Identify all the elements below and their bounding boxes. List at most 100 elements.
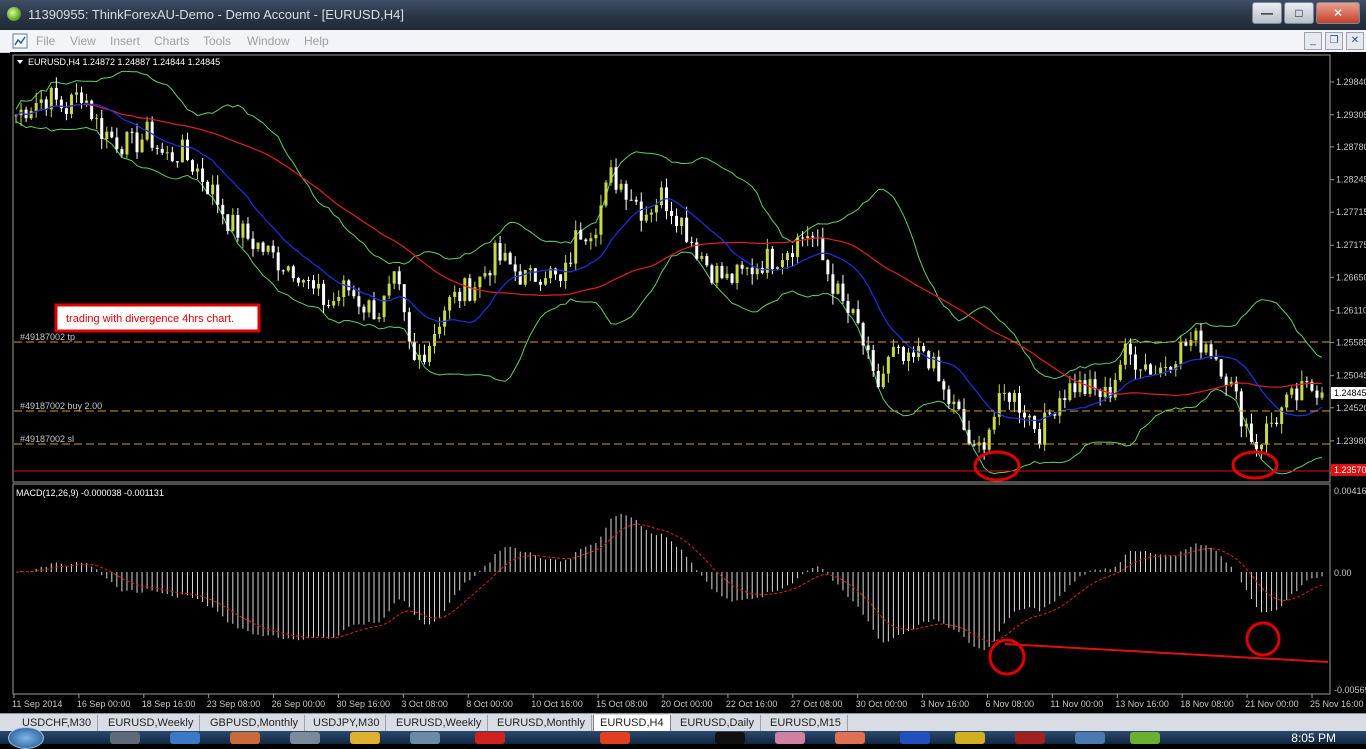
chart-document-icon[interactable] <box>12 33 28 49</box>
taskbar-app-icon[interactable] <box>170 732 200 744</box>
tab-eurusd-weekly[interactable]: EURUSD,Weekly <box>102 715 201 731</box>
price-low-circle-1 <box>973 450 1021 482</box>
menu-file[interactable]: File <box>36 34 55 48</box>
candle-body <box>922 346 926 352</box>
tab-eurusd-m15[interactable]: EURUSD,M15 <box>764 715 848 731</box>
price-axis: 1.29840 1.29305 1.28780 1.28245 1.27715 1.271… <box>1330 77 1366 478</box>
price-tick-label: 1.25585 <box>1336 338 1366 348</box>
child-close-button[interactable]: ✕ <box>1346 32 1364 50</box>
candle-body <box>463 278 467 302</box>
macd-histogram <box>20 513 1323 651</box>
candle-body <box>175 161 179 163</box>
tab-gbpusd-monthly[interactable]: GBPUSD,Monthly <box>204 715 306 731</box>
candle-body <box>246 223 250 239</box>
menu-insert[interactable]: Insert <box>110 34 140 48</box>
candle-body <box>685 217 689 242</box>
menu-tools[interactable]: Tools <box>203 34 231 48</box>
candle-body <box>1033 415 1037 430</box>
taskbar-app-icon[interactable] <box>900 732 930 744</box>
candle-body <box>1149 364 1153 375</box>
start-button[interactable] <box>8 727 44 749</box>
candle-body <box>1133 354 1137 370</box>
candles <box>14 77 1324 460</box>
candle-body <box>306 280 310 282</box>
candle-body <box>367 300 371 313</box>
tab-usdjpy-m30[interactable]: USDJPY,M30 <box>307 715 387 731</box>
candle-body <box>422 354 426 362</box>
time-tick-label: 27 Oct 08:00 <box>791 699 843 709</box>
ma-blue-line <box>15 103 1323 421</box>
chart-menu-arrow-icon[interactable] <box>17 60 23 64</box>
candle-body <box>866 345 870 351</box>
candle-body <box>417 354 421 360</box>
candle-body <box>185 139 189 161</box>
title-bar: 11390955: ThinkForexAU-Demo - Demo Accou… <box>0 0 1366 30</box>
tab-eurusd-monthly[interactable]: EURUSD,Monthly <box>491 715 593 731</box>
candle-body <box>1285 394 1289 408</box>
candle-body <box>533 268 537 282</box>
candle-body <box>775 267 779 269</box>
price-tick-label: 1.23980 <box>1336 436 1366 446</box>
maximize-button[interactable]: □ <box>1284 2 1314 24</box>
tab-eurusd-daily[interactable]: EURUSD,Daily <box>674 715 761 731</box>
taskbar-app-icon[interactable] <box>110 732 140 744</box>
taskbar-app-icon[interactable] <box>775 732 805 744</box>
candle-body <box>372 300 376 320</box>
menu-charts[interactable]: Charts <box>154 34 189 48</box>
candle-body <box>90 100 94 120</box>
taskbar-app-icon[interactable] <box>715 732 745 744</box>
menu-help[interactable]: Help <box>304 34 329 48</box>
price-chart[interactable]: #49187002 tp #49187002 buy 2.00 #4918700… <box>10 52 1366 712</box>
candle-body <box>125 131 129 155</box>
candle-body <box>14 115 18 117</box>
candle-body <box>337 297 341 302</box>
candle-body <box>271 245 275 253</box>
close-button[interactable]: ✕ <box>1316 2 1360 24</box>
taskbar-app-icon[interactable] <box>410 732 440 744</box>
candle-body <box>644 214 648 221</box>
candle-body <box>382 295 386 318</box>
candle-body <box>856 309 860 323</box>
candle-body <box>29 110 33 119</box>
candle-body <box>705 256 709 266</box>
bollinger-upper <box>15 70 1323 380</box>
chart-window[interactable]: #49187002 tp #49187002 buy 2.00 #4918700… <box>10 52 1366 712</box>
candle-body <box>1295 388 1299 401</box>
candle-body <box>291 266 295 279</box>
taskbar-app-icon[interactable] <box>835 732 865 744</box>
candle-body <box>745 267 749 269</box>
taskbar-app-icon[interactable] <box>350 732 380 744</box>
taskbar-app-icon[interactable] <box>230 732 260 744</box>
candle-body <box>1028 415 1032 418</box>
candle-body <box>589 238 593 242</box>
taskbar-app-icon[interactable] <box>955 732 985 744</box>
candle-body <box>468 278 472 301</box>
candle-body <box>1118 364 1122 380</box>
candle-body <box>1002 392 1006 394</box>
candle-body <box>1315 390 1319 398</box>
taskbar-app-icon[interactable] <box>600 732 630 744</box>
tab-eurusd-h4[interactable]: EURUSD,H4 <box>593 715 671 732</box>
taskbar-app-icon[interactable] <box>1075 732 1105 744</box>
time-tick-label: 30 Oct 00:00 <box>856 699 908 709</box>
child-minimize-button[interactable]: _ <box>1304 32 1322 50</box>
child-restore-button[interactable]: ❐ <box>1325 32 1343 50</box>
menu-view[interactable]: View <box>70 34 96 48</box>
candle-body <box>407 312 411 342</box>
app-logo-icon <box>7 7 21 21</box>
candle-body <box>1128 343 1132 355</box>
tab-eurusd-weekly-2[interactable]: EURUSD,Weekly <box>390 715 489 731</box>
minimize-button[interactable]: — <box>1252 2 1282 24</box>
taskbar-app-icon[interactable] <box>1130 732 1160 744</box>
time-tick-label: 3 Nov 16:00 <box>921 699 970 709</box>
candle-body <box>1038 429 1042 445</box>
candle-body <box>846 301 850 313</box>
menu-window[interactable]: Window <box>247 34 290 48</box>
taskbar-app-icon[interactable] <box>290 732 320 744</box>
candle-body <box>831 274 835 294</box>
taskbar-app-icon[interactable] <box>475 732 505 744</box>
candle-body <box>649 212 653 215</box>
menu-bar: File View Insert Charts Tools Window Hel… <box>0 30 1366 53</box>
taskbar-app-icon[interactable] <box>1015 732 1045 744</box>
candle-body <box>518 271 522 285</box>
